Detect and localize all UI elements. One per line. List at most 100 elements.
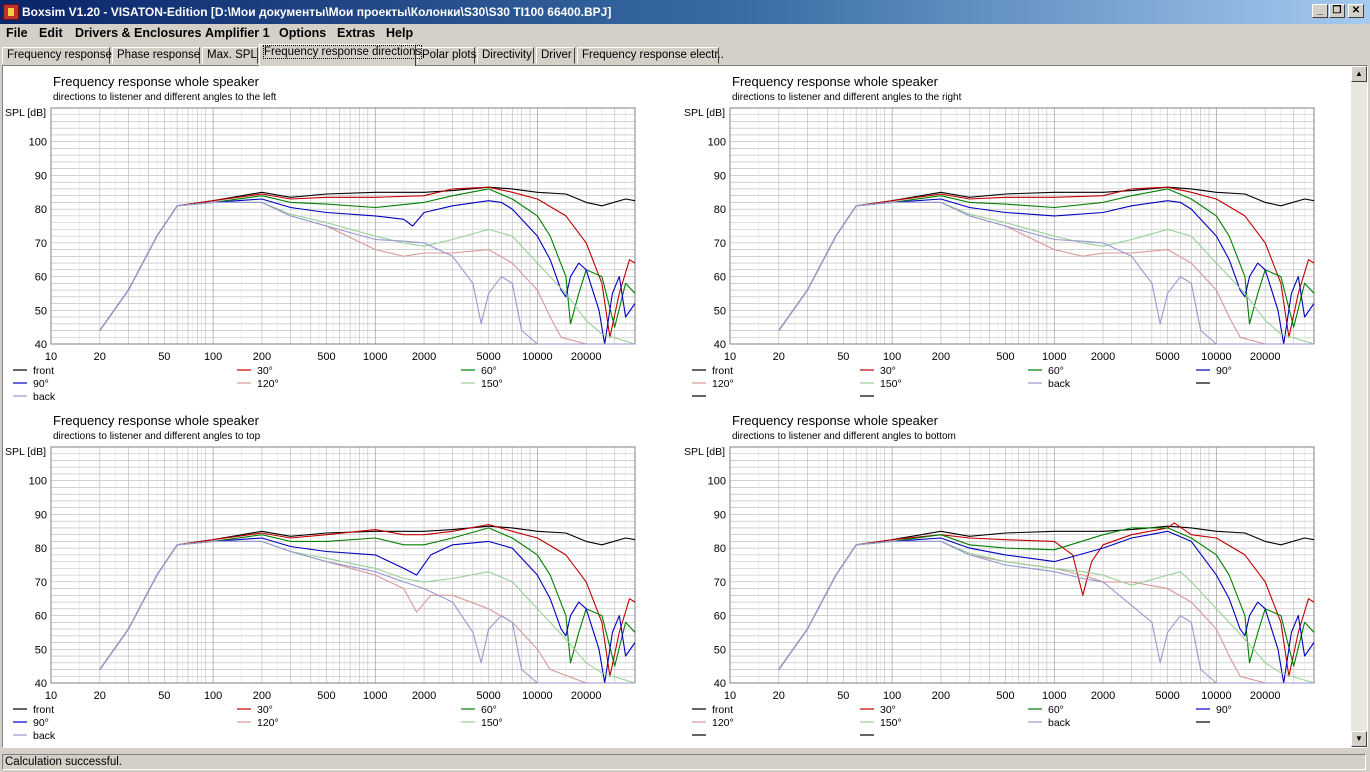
tab-directivity[interactable]: Directivity: [477, 47, 534, 64]
x-tick-label: 2000: [412, 690, 436, 702]
legend-label: front: [33, 704, 54, 716]
y-tick-label: 70: [35, 577, 47, 589]
legend-label: 90°: [1216, 704, 1232, 716]
y-tick-label: 80: [714, 543, 726, 555]
menu-options[interactable]: Options: [279, 26, 326, 40]
y-tick-label: 40: [35, 678, 47, 690]
x-tick-label: 5000: [476, 690, 500, 702]
y-tick-label: 60: [714, 611, 726, 623]
tab-frequency-response-directions[interactable]: Frequency response directions: [259, 44, 423, 66]
legend-label: 90°: [33, 378, 49, 390]
legend-label: 90°: [33, 717, 49, 729]
plot-frame: [50, 107, 636, 345]
x-tick-label: 2000: [412, 351, 436, 363]
legend-label: 60°: [481, 365, 497, 377]
x-tick-label: 1000: [363, 690, 387, 702]
legend-label: 150°: [481, 717, 503, 729]
y-axis-label: SPL [dB]: [5, 107, 46, 119]
legend-label: back: [1048, 378, 1071, 390]
tab-polar-plots[interactable]: Polar plots: [417, 47, 477, 64]
x-tick-label: 500: [317, 690, 335, 702]
chart-title: Frequency response whole speaker: [732, 74, 939, 89]
vertical-scrollbar[interactable]: ▲ ▼: [1351, 66, 1367, 747]
y-tick-label: 80: [35, 204, 47, 216]
chart-area: Frequency response whole speaker directio…: [2, 65, 1368, 748]
legend-label: back: [1048, 717, 1071, 729]
x-tick-label: 500: [317, 351, 335, 363]
scroll-up-icon[interactable]: ▲: [1351, 66, 1367, 82]
chart-title: Frequency response whole speaker: [53, 413, 260, 428]
legend-label: front: [712, 365, 733, 377]
y-tick-label: 100: [708, 137, 726, 149]
legend-label: 150°: [880, 717, 902, 729]
x-tick-label: 10000: [1201, 351, 1232, 363]
close-button[interactable]: ✕: [1348, 4, 1364, 18]
tab-label: Frequency response directions: [262, 45, 423, 59]
legend-label: front: [33, 365, 54, 377]
x-tick-label: 5000: [1155, 690, 1179, 702]
series-line-90deg: [99, 537, 636, 684]
tab-label: Polar plots: [422, 49, 477, 61]
tab-frequency-response-electr[interactable]: Frequency response electr..: [577, 47, 724, 64]
title-bar[interactable]: Boxsim V1.20 - VISATON-Edition [D:\Мои д…: [0, 0, 1370, 24]
charts-canvas: Frequency response whole speaker directio…: [5, 74, 1315, 742]
x-tick-label: 200: [253, 690, 271, 702]
x-tick-label: 10: [724, 351, 736, 363]
series-line-30deg: [778, 522, 1315, 677]
y-tick-label: 50: [714, 305, 726, 317]
y-tick-label: 40: [714, 339, 726, 351]
x-tick-label: 2000: [1091, 690, 1115, 702]
y-tick-label: 100: [29, 137, 47, 149]
legend-label: front: [712, 704, 733, 716]
series-line-90deg: [99, 198, 636, 345]
legend-label: 30°: [880, 365, 896, 377]
series-line-60deg: [99, 188, 636, 331]
legend-label: 30°: [257, 365, 273, 377]
legend-label: 120°: [712, 378, 734, 390]
menu-extras[interactable]: Extras: [337, 26, 375, 40]
menu-help[interactable]: Help: [386, 26, 413, 40]
y-tick-label: 60: [35, 272, 47, 284]
y-tick-label: 50: [35, 305, 47, 317]
status-bar: Calculation successful.: [0, 752, 1370, 772]
plot-frame: [729, 446, 1315, 684]
app-icon: [3, 4, 19, 20]
legend-label: 120°: [257, 378, 279, 390]
x-tick-label: 200: [932, 690, 950, 702]
menu-file[interactable]: File: [6, 26, 28, 40]
y-tick-label: 90: [714, 170, 726, 182]
legend-label: back: [33, 730, 56, 742]
tab-driver[interactable]: Driver: [536, 47, 575, 64]
menu-amplifier[interactable]: Amplifier 1: [205, 26, 270, 40]
x-tick-label: 200: [932, 351, 950, 363]
y-tick-label: 90: [35, 509, 47, 521]
legend-label: 30°: [257, 704, 273, 716]
tab-frequency-response[interactable]: Frequency response.: [2, 47, 115, 64]
x-tick-label: 10: [724, 690, 736, 702]
restore-button[interactable]: ❐: [1329, 4, 1345, 18]
tab-label: Directivity: [482, 49, 532, 61]
menu-edit[interactable]: Edit: [39, 26, 63, 40]
series-line-90deg: [778, 198, 1315, 345]
y-tick-label: 60: [714, 272, 726, 284]
tab-label: Driver: [541, 49, 572, 61]
x-tick-label: 50: [837, 690, 849, 702]
x-tick-label: 20: [94, 351, 106, 363]
tab-phase-response[interactable]: Phase response: [112, 47, 200, 64]
tab-max-spl[interactable]: Max. SPL: [202, 47, 258, 64]
x-tick-label: 10: [45, 690, 57, 702]
x-tick-label: 100: [204, 690, 222, 702]
legend-label: 30°: [880, 704, 896, 716]
window-title: Boxsim V1.20 - VISATON-Edition [D:\Мои д…: [22, 5, 612, 19]
chart-title: Frequency response whole speaker: [732, 413, 939, 428]
x-tick-label: 20000: [571, 351, 602, 363]
minimize-button[interactable]: _: [1312, 4, 1328, 18]
scroll-down-icon[interactable]: ▼: [1351, 731, 1367, 747]
y-tick-label: 80: [35, 543, 47, 555]
x-tick-label: 50: [158, 690, 170, 702]
x-tick-label: 5000: [1155, 351, 1179, 363]
menu-drivers-enclosures[interactable]: Drivers & Enclosures: [75, 26, 201, 40]
x-tick-label: 20: [773, 690, 785, 702]
x-tick-label: 20000: [571, 690, 602, 702]
legend-label: 150°: [880, 378, 902, 390]
